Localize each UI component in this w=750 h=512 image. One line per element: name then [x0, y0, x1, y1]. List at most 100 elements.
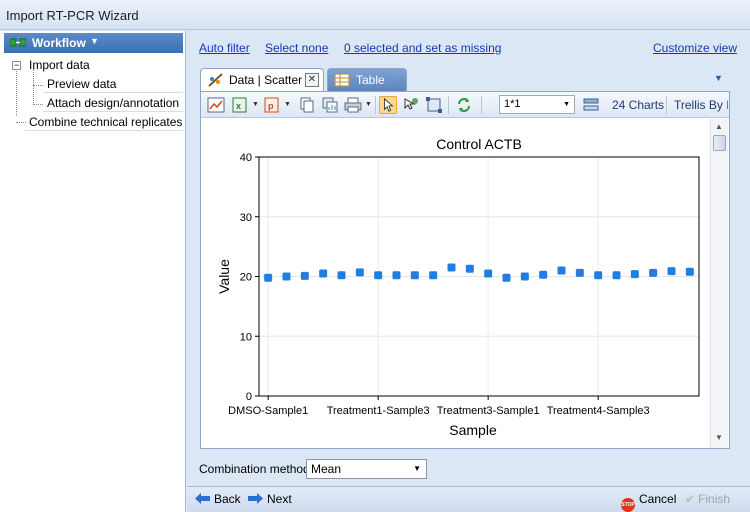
chevron-down-icon[interactable]: ▼ — [284, 101, 291, 108]
data-point[interactable] — [484, 269, 493, 278]
data-point[interactable] — [300, 271, 309, 280]
tree-item-combine-replicates[interactable]: Combine technical replicates — [25, 112, 183, 131]
tree-connector — [33, 85, 43, 86]
svg-text:x: x — [236, 101, 241, 111]
tab-data-scatter[interactable]: Data | Scatter ✕ — [200, 68, 324, 92]
copy-icon[interactable] — [298, 96, 316, 114]
visualization-panel: x ▼ p ▼ ▼ 1*1 ▼ 24 Charts Trellis By I C… — [200, 91, 730, 449]
chart-toolbar: x ▼ p ▼ ▼ 1*1 ▼ 24 Charts Trellis By I — [201, 92, 729, 118]
y-axis-label: Value — [216, 259, 232, 294]
tree-item-label: Combine technical replicates — [29, 115, 183, 129]
data-point[interactable] — [649, 268, 658, 277]
data-point[interactable] — [612, 271, 621, 280]
chevron-down-icon: ▼ — [563, 101, 570, 108]
chart-properties-icon[interactable] — [207, 96, 225, 114]
data-point[interactable] — [447, 263, 456, 272]
data-point[interactable] — [465, 264, 474, 273]
excel-export-icon[interactable]: x — [231, 96, 249, 114]
customize-view-link[interactable]: Customize view — [653, 41, 737, 55]
table-icon — [334, 73, 350, 87]
chart-scrollbar[interactable]: ▲ ▼ — [710, 119, 728, 448]
data-point[interactable] — [282, 272, 291, 281]
y-tick-label: 40 — [240, 152, 252, 164]
next-label: Next — [267, 492, 292, 506]
tab-menu-chevron-icon[interactable]: ▼ — [714, 73, 723, 83]
data-point[interactable] — [539, 270, 548, 279]
window-title: Import RT-PCR Wizard — [6, 8, 139, 23]
layout-combo[interactable]: 1*1 ▼ — [499, 95, 575, 114]
combination-method-value: Mean — [311, 462, 342, 476]
data-point[interactable] — [575, 268, 584, 277]
view-tabs: Data | Scatter ✕ Table — [200, 68, 730, 92]
data-point[interactable] — [502, 273, 511, 282]
x-tick-label: Treatment1-Sample3 — [327, 405, 430, 417]
chart-title: Control ACTB — [436, 136, 522, 152]
scroll-up-icon[interactable]: ▲ — [715, 122, 723, 131]
data-point[interactable] — [630, 270, 639, 279]
charts-count-button[interactable]: 24 Charts — [612, 98, 664, 112]
action-links: Auto filter Select none 0 selected and s… — [199, 41, 739, 57]
x-axis-label: Sample — [449, 422, 497, 438]
tree-connector — [16, 69, 17, 116]
tab-label: Table — [356, 73, 385, 87]
chart-layout-icon[interactable] — [582, 96, 600, 114]
arrow-left-icon — [195, 493, 210, 504]
data-points — [264, 263, 694, 282]
data-point[interactable] — [264, 273, 273, 282]
y-tick-label: 0 — [246, 391, 252, 403]
fit-to-window-icon[interactable] — [425, 96, 443, 114]
chevron-down-icon[interactable]: ▼ — [252, 101, 259, 108]
tree-item-label: Attach design/annotation — [47, 96, 180, 110]
next-button[interactable]: Next — [248, 492, 292, 506]
select-none-link[interactable]: Select none — [265, 41, 328, 55]
auto-filter-link[interactable]: Auto filter — [199, 41, 250, 55]
data-point[interactable] — [520, 272, 529, 281]
title-bar: Import RT-PCR Wizard — [0, 0, 750, 30]
toolbar-divider — [481, 96, 482, 114]
data-point[interactable] — [410, 271, 419, 280]
chevron-down-icon: ▼ — [413, 464, 421, 473]
data-point[interactable] — [594, 271, 603, 280]
select-pointer-icon[interactable] — [379, 96, 397, 114]
data-point[interactable] — [319, 269, 328, 278]
chevron-down-icon[interactable]: ▼ — [365, 101, 372, 108]
tab-table[interactable]: Table — [327, 68, 407, 91]
combination-method-select[interactable]: Mean ▼ — [306, 459, 427, 479]
close-icon[interactable]: ✕ — [305, 73, 319, 87]
data-point[interactable] — [429, 271, 438, 280]
collapse-icon[interactable]: − — [12, 61, 21, 70]
tree-item-attach-design[interactable]: Attach design/annotation — [43, 93, 183, 112]
data-point[interactable] — [374, 271, 383, 280]
axis-ticks: 0 10 20 30 40 DMSO-Sample1 Treatment1-Sample3 T… — [228, 152, 649, 417]
data-point[interactable] — [392, 271, 401, 280]
data-point[interactable] — [685, 267, 694, 276]
powerpoint-export-icon[interactable]: p — [263, 96, 281, 114]
scatter-chart[interactable]: Control ACTB Value Sample 0 10 20 30 40 DMSO-… — [203, 120, 708, 448]
chevron-down-icon: ▼ — [90, 36, 99, 46]
data-point[interactable] — [667, 267, 676, 276]
tree-item-preview-data[interactable]: Preview data — [43, 74, 183, 93]
tree-connector — [33, 69, 34, 105]
wizard-nav-bar: Back Next STOP Cancel ✔ Finish — [187, 486, 750, 512]
print-icon[interactable] — [344, 96, 362, 114]
scroll-down-icon[interactable]: ▼ — [715, 433, 723, 442]
data-point[interactable] — [337, 271, 346, 280]
toolbar-divider — [666, 96, 667, 114]
zoom-icon[interactable] — [402, 96, 420, 114]
back-button[interactable]: Back — [195, 492, 241, 506]
y-tick-label: 30 — [240, 212, 252, 224]
y-tick-label: 20 — [240, 272, 252, 284]
main-pane: Auto filter Select none 0 selected and s… — [187, 31, 750, 512]
refresh-icon[interactable] — [455, 96, 473, 114]
trellis-by-button[interactable]: Trellis By I — [674, 98, 728, 112]
scroll-thumb[interactable] — [713, 135, 726, 151]
copy-chart-icon[interactable] — [321, 96, 339, 114]
finish-button[interactable]: ✔ Finish — [685, 492, 730, 506]
stop-icon: STOP — [621, 498, 635, 512]
tree-item-import-data[interactable]: Import data — [25, 55, 183, 74]
set-missing-link[interactable]: 0 selected and set as missing — [344, 41, 501, 55]
cancel-button[interactable]: STOP Cancel — [621, 492, 676, 512]
workflow-header[interactable]: Workflow ▼ — [4, 33, 183, 53]
data-point[interactable] — [355, 268, 364, 277]
data-point[interactable] — [557, 266, 566, 275]
